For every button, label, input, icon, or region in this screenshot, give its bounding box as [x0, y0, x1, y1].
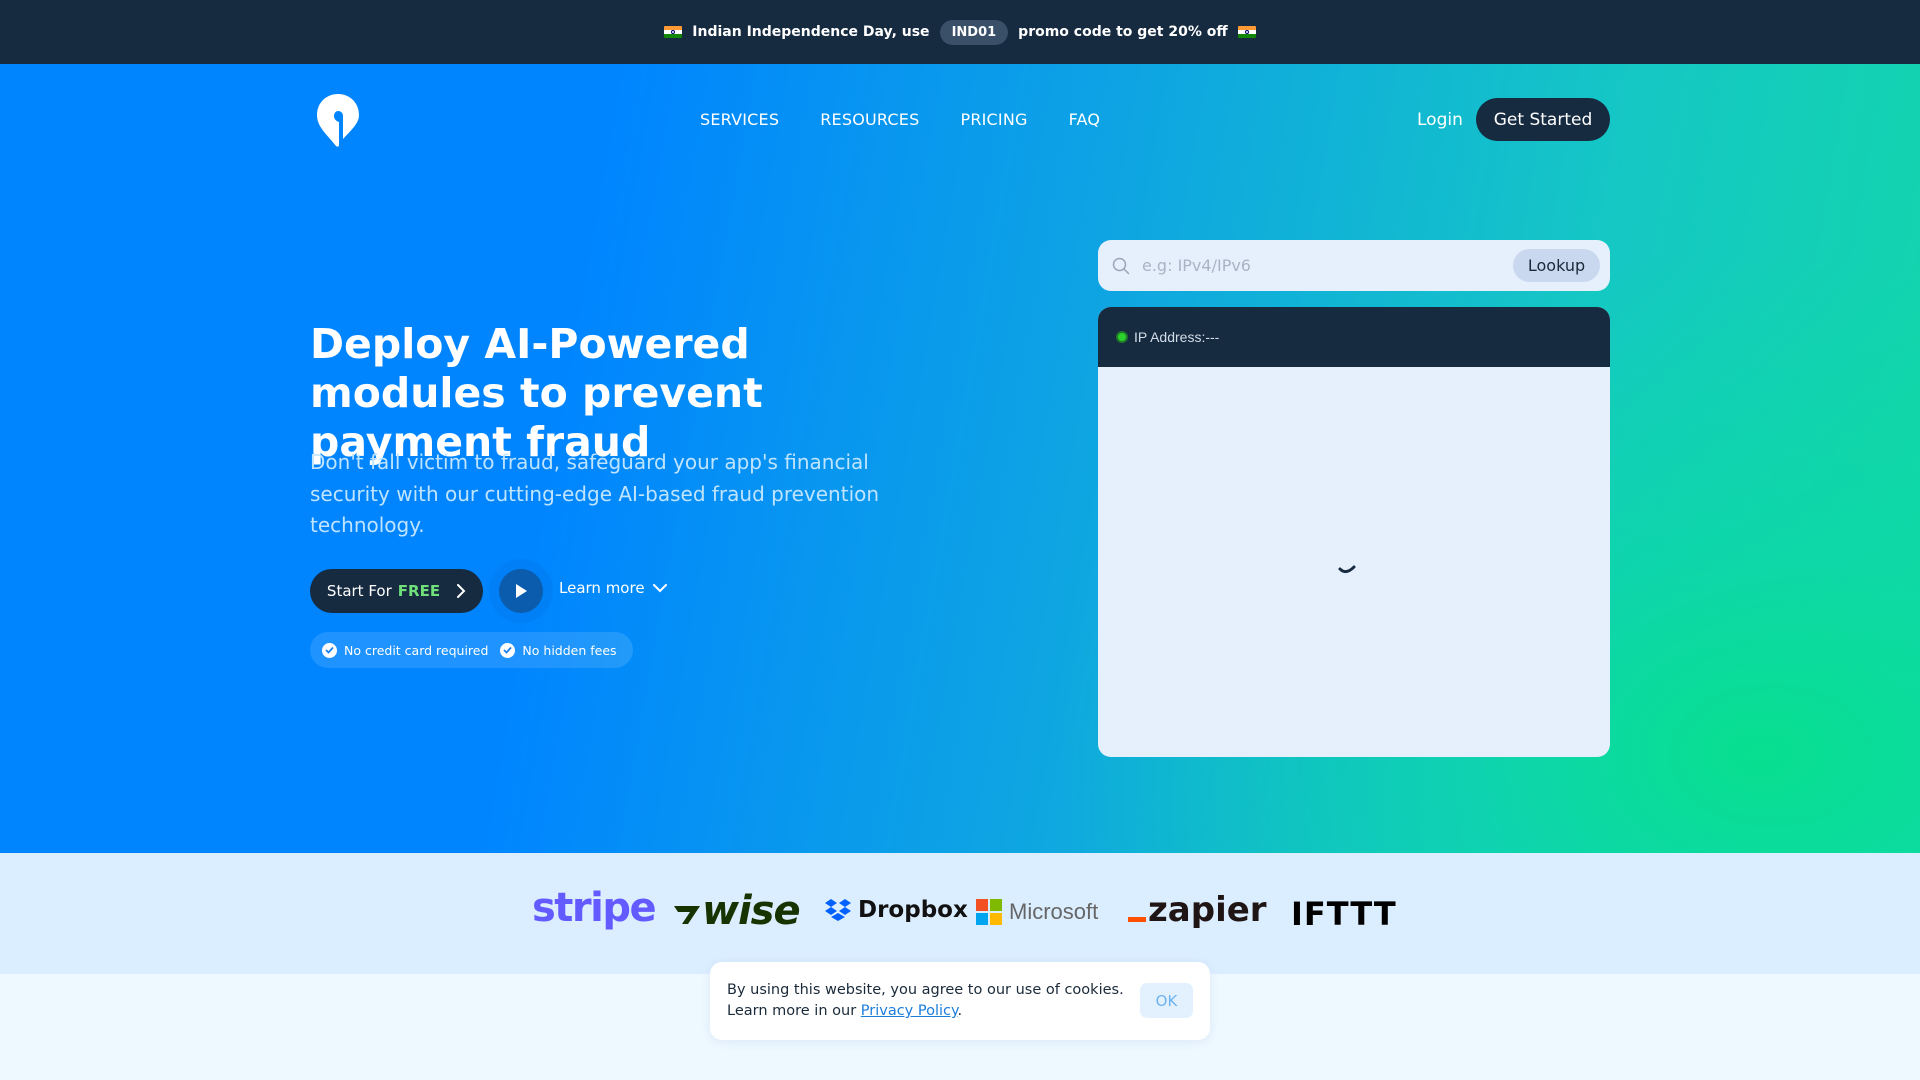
location-pin-logo-icon [317, 94, 359, 147]
promo-banner: Indian Independence Day, use IND01 promo… [0, 0, 1920, 64]
ip-result-card: IP Address:--- [1098, 307, 1610, 757]
play-video-button[interactable] [499, 569, 543, 613]
india-flag-icon [664, 26, 683, 38]
promo-text-after: promo code to get 20% off [1018, 24, 1228, 40]
microsoft-windows-icon [976, 899, 1002, 925]
feature-badges: No credit card required No hidden fees [310, 632, 633, 668]
start-label: Start For [326, 582, 392, 600]
cookie-line-2-prefix: Learn more in our [727, 1003, 857, 1019]
nav-links: SERVICES RESOURCES PRICING FAQ [700, 110, 1100, 129]
hero-headline: Deploy AI-Powered modules to prevent pay… [310, 320, 763, 466]
wise-flag-icon [674, 906, 700, 924]
get-started-button[interactable]: Get Started [1476, 98, 1610, 141]
play-icon [516, 584, 527, 598]
learn-more-label: Learn more [559, 579, 645, 597]
promo-text-before: Indian Independence Day, use [692, 24, 930, 40]
nav-services[interactable]: SERVICES [700, 110, 779, 129]
cookie-ok-button[interactable]: OK [1140, 983, 1193, 1018]
microsoft-logo: Microsoft [976, 899, 1098, 925]
badge-label: No credit card required [344, 642, 489, 658]
zapier-underscore-icon [1128, 917, 1146, 922]
login-link[interactable]: Login [1417, 110, 1463, 130]
status-dot-icon [1116, 331, 1128, 343]
start-free-highlight: FREE [397, 582, 441, 600]
cookie-line-2-suffix: . [957, 1003, 963, 1019]
wise-logo: wise [672, 888, 801, 934]
ip-search-input[interactable] [1142, 256, 1513, 275]
nav-resources[interactable]: RESOURCES [820, 110, 919, 129]
hero-subtext: Don't fall victim to fraud, safeguard yo… [310, 450, 880, 537]
search-icon [1112, 257, 1130, 274]
zapier-logo: zapier [1128, 890, 1267, 930]
nav-pricing[interactable]: PRICING [960, 110, 1027, 129]
badge-no-credit-card: No credit card required [322, 642, 489, 658]
chevron-down-icon [652, 583, 667, 592]
learn-more-dropdown[interactable]: Learn more [559, 579, 667, 597]
microsoft-logo-text: Microsoft [1009, 899, 1099, 924]
badge-no-hidden-fees: No hidden fees [500, 642, 617, 658]
wise-logo-text: wise [702, 888, 801, 934]
ip-address-label: IP Address:--- [1134, 329, 1220, 345]
dropbox-logo: Dropbox [824, 897, 968, 923]
badge-label: No hidden fees [522, 642, 617, 658]
ip-lookup-bar: Lookup [1098, 240, 1610, 291]
dropbox-logo-text: Dropbox [858, 897, 968, 923]
cookie-line-1: By using this website, you agree to our … [727, 982, 1124, 998]
loading-spinner-icon [1338, 565, 1356, 574]
check-circle-icon [322, 642, 337, 658]
lookup-button[interactable]: Lookup [1513, 249, 1600, 282]
cookie-message: By using this website, you agree to our … [727, 980, 1124, 1022]
dropbox-icon [825, 899, 851, 921]
india-flag-icon [1237, 26, 1256, 38]
cookie-banner: By using this website, you agree to our … [710, 962, 1210, 1040]
main-nav: SERVICES RESOURCES PRICING FAQ Login Get… [0, 64, 1920, 176]
hero-section: SERVICES RESOURCES PRICING FAQ Login Get… [0, 64, 1920, 853]
result-header: IP Address:--- [1098, 307, 1610, 367]
stripe-logo: stripe [532, 885, 657, 931]
brand-logo[interactable] [315, 92, 361, 148]
zapier-logo-text: zapier [1148, 890, 1267, 930]
promo-code-badge: IND01 [939, 19, 1009, 45]
chevron-right-icon [457, 584, 466, 598]
start-free-button[interactable]: Start For FREE [310, 569, 483, 613]
privacy-policy-link[interactable]: Privacy Policy [861, 1003, 958, 1019]
ifttt-logo: IFTTT [1291, 895, 1397, 933]
check-circle-icon [500, 642, 516, 658]
nav-faq[interactable]: FAQ [1069, 110, 1101, 129]
